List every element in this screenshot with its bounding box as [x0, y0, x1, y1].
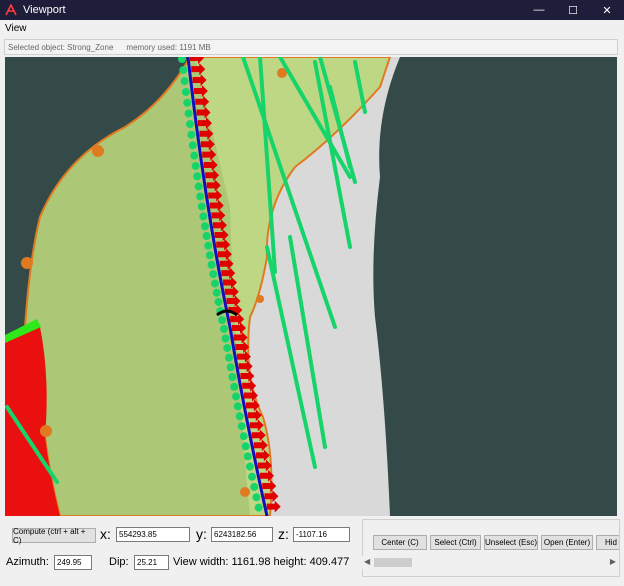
scroll-left-icon[interactable]: ◀ — [364, 557, 370, 566]
compute-button[interactable]: Compute (ctrl + alt + C) — [12, 527, 96, 545]
app-logo-icon — [5, 4, 17, 16]
trajectory-dot — [228, 372, 237, 381]
trajectory-dot — [250, 482, 259, 491]
open-button[interactable]: Open (Enter) — [541, 535, 593, 550]
trajectory-dot — [239, 432, 248, 441]
scroll-right-icon[interactable]: ▶ — [610, 557, 616, 566]
maximize-icon: ☐ — [568, 4, 578, 17]
y-field[interactable]: 6243182.56 — [211, 527, 273, 542]
trajectory-dot — [237, 422, 246, 431]
trajectory-dot — [241, 442, 250, 451]
title-bar: Viewport — ☐ ✕ — [0, 0, 624, 20]
z-field[interactable]: -1107.16 — [293, 527, 350, 542]
trajectory-dot — [224, 353, 233, 362]
trajectory-dot — [191, 161, 200, 170]
select-button[interactable]: Select (Ctrl) — [430, 535, 481, 550]
x-field[interactable]: 554293.85 — [116, 527, 190, 542]
hide-button[interactable]: Hid — [596, 535, 619, 550]
horizontal-scrollbar[interactable]: ◀ ▶ — [362, 556, 618, 569]
trajectory-dot — [214, 297, 223, 306]
azimuth-field[interactable]: 249.95 — [54, 555, 92, 570]
trajectory-dot — [221, 334, 230, 343]
trajectory-dot — [194, 182, 203, 191]
selected-object-text: Selected object: Strong_Zone — [8, 42, 114, 52]
center-button[interactable]: Center (C) — [373, 535, 427, 550]
trajectory-dot — [204, 241, 213, 250]
view-dimensions-text: View width: 1161.98 height: 409.477 — [173, 556, 350, 568]
trajectory-dot — [180, 77, 189, 86]
trajectory-dot — [179, 66, 188, 75]
trajectory-dot — [226, 363, 235, 372]
minimize-icon: — — [533, 4, 545, 16]
trajectory-dot — [232, 392, 241, 401]
trajectory-dot — [212, 288, 221, 297]
minimize-button[interactable]: — — [522, 0, 556, 20]
trajectory-dot — [252, 493, 261, 502]
trajectory-dot — [230, 382, 239, 391]
trajectory-dot — [178, 57, 186, 63]
trajectory-dot — [235, 412, 244, 421]
y-label: y: — [196, 526, 207, 542]
trajectory-dot — [233, 402, 242, 411]
trajectory-dot — [193, 172, 202, 181]
trajectory-dot — [209, 270, 218, 279]
scene-canvas[interactable] — [5, 57, 617, 516]
dip-label: Dip: — [109, 556, 129, 568]
menu-bar: View — [0, 20, 624, 36]
trajectory-dot — [190, 151, 199, 160]
close-button[interactable]: ✕ — [590, 0, 624, 20]
3d-viewport[interactable] — [5, 57, 617, 516]
trajectory-dot — [223, 344, 232, 353]
dip-field[interactable]: 25.21 — [134, 555, 169, 570]
scrollbar-thumb[interactable] — [374, 558, 412, 567]
coordinate-controls: Compute (ctrl + alt + C) x: 554293.85 y:… — [0, 519, 360, 586]
trajectory-dot — [202, 231, 211, 240]
trajectory-dot — [184, 109, 193, 118]
trajectory-dot — [185, 120, 194, 129]
trajectory-dot — [199, 212, 208, 221]
trajectory-dot — [181, 87, 190, 96]
trajectory-dot — [220, 325, 228, 333]
maximize-button[interactable]: ☐ — [556, 0, 590, 20]
trajectory-dot — [248, 472, 257, 481]
trajectory-dot — [218, 316, 227, 325]
trajectory-dot — [205, 251, 214, 260]
close-icon: ✕ — [602, 4, 612, 17]
trajectory-dot — [187, 130, 196, 139]
trajectory-dot — [254, 503, 263, 512]
trajectory-dot — [200, 222, 209, 231]
trajectory-dot — [243, 452, 252, 461]
trajectory-dot — [245, 462, 254, 471]
trajectory-dot — [196, 192, 205, 201]
memory-used-text: memory used: 1191 MB — [126, 42, 211, 52]
status-bar: Selected object: Strong_Zone memory used… — [4, 39, 618, 55]
trajectory-dot — [188, 141, 197, 150]
trajectory-dot — [211, 279, 220, 288]
z-label: z: — [278, 526, 289, 542]
trajectory-dot — [183, 98, 192, 107]
menu-item-view[interactable]: View — [0, 23, 27, 34]
trajectory-dot — [197, 202, 206, 211]
x-label: x: — [100, 526, 111, 542]
azimuth-label: Azimuth: — [6, 556, 49, 568]
unselect-button[interactable]: Unselect (Esc) — [484, 535, 538, 550]
window-title: Viewport — [23, 4, 66, 16]
trajectory-dot — [207, 260, 216, 269]
